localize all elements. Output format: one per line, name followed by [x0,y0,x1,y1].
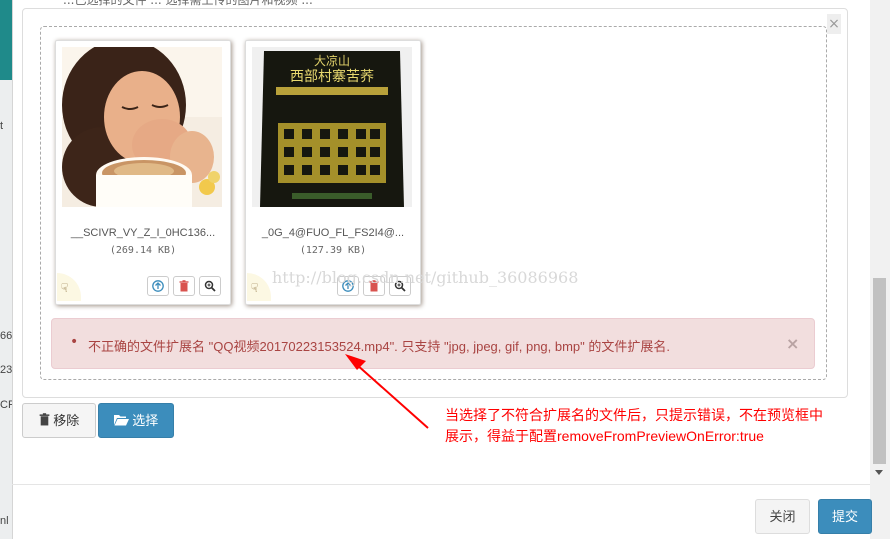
annotation-arrow [345,354,429,429]
